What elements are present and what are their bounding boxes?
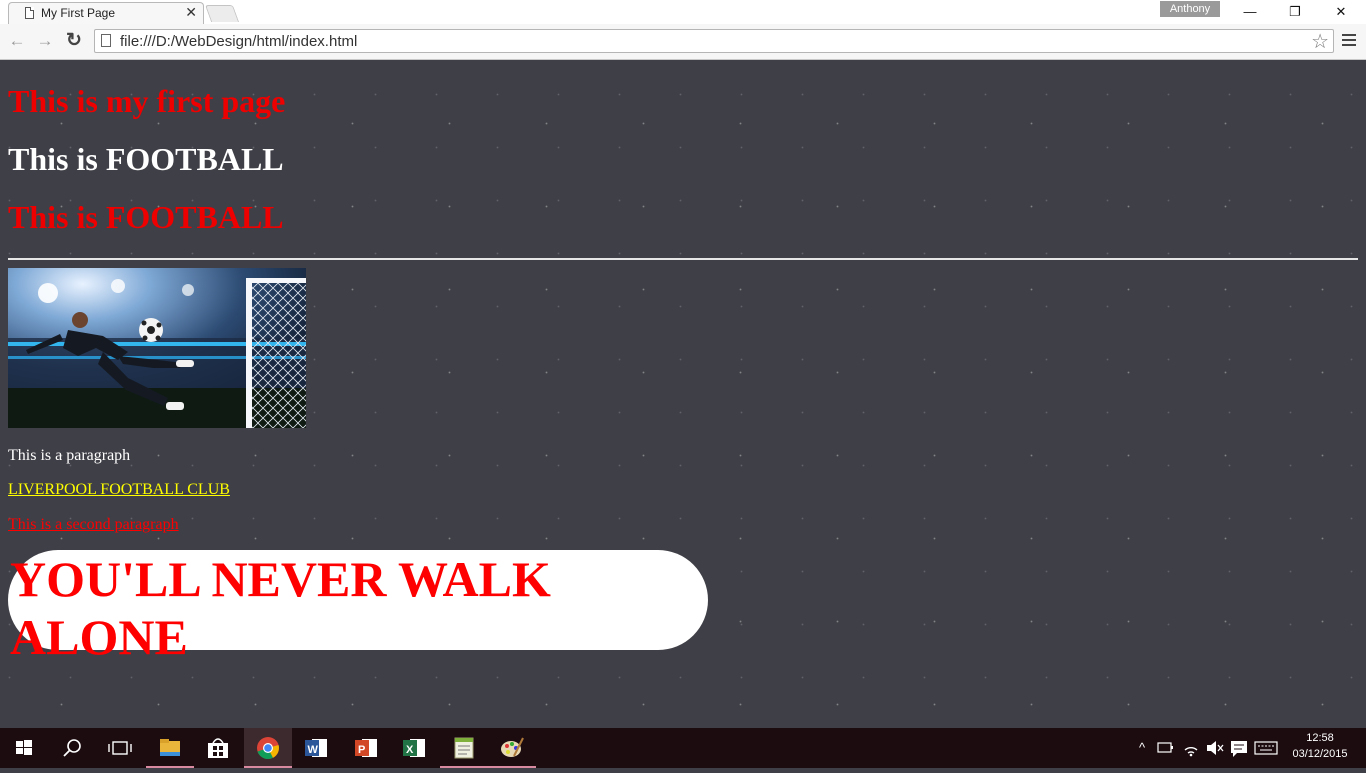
file-icon	[101, 34, 111, 47]
taskbar: W P X ^ 12:58 03/12/2015	[0, 728, 1366, 768]
football-photo	[8, 268, 306, 428]
keyboard-icon[interactable]	[1252, 728, 1280, 768]
liverpool-link[interactable]: LIVERPOOL FOOTBALL CLUB	[8, 481, 230, 499]
svg-text:W: W	[308, 744, 319, 756]
paragraph-second: This is a second paragraph	[8, 516, 179, 533]
task-view-icon[interactable]	[96, 728, 144, 768]
address-bar[interactable]: file:///D:/WebDesign/html/index.html ☆	[94, 29, 1334, 53]
page-icon	[25, 7, 34, 19]
clock-time[interactable]: 12:58	[1290, 732, 1350, 744]
excel-icon[interactable]: X	[390, 728, 438, 768]
notifications-icon[interactable]	[1228, 728, 1250, 768]
powerpoint-icon[interactable]: P	[342, 728, 390, 768]
volume-muted-icon[interactable]	[1204, 728, 1226, 768]
bookmark-star-icon[interactable]: ☆	[1311, 29, 1329, 54]
publisher-icon[interactable]	[440, 728, 488, 768]
store-icon[interactable]	[194, 728, 242, 768]
url-text[interactable]: file:///D:/WebDesign/html/index.html	[120, 33, 357, 50]
svg-text:X: X	[406, 744, 414, 756]
start-icon[interactable]	[0, 728, 48, 768]
close-window-button[interactable]: ✕	[1318, 0, 1364, 24]
paragraph-first: This is a paragraph	[8, 447, 131, 464]
back-button[interactable]: ←	[7, 31, 27, 51]
battery-icon[interactable]	[1154, 728, 1176, 768]
banner-heading: YOU'LL NEVER WALK ALONE	[10, 551, 551, 665]
horizontal-rule	[8, 258, 1358, 260]
reload-button[interactable]: ↻	[64, 31, 84, 51]
tab-close-icon[interactable]: ✕	[185, 4, 197, 21]
browser-titlebar: My First Page ✕ Anthony — ❐ ✕	[0, 0, 1366, 24]
paint-icon[interactable]	[488, 728, 536, 768]
forward-button[interactable]: →	[35, 31, 55, 51]
new-tab-button[interactable]	[204, 5, 240, 22]
search-icon[interactable]	[48, 728, 96, 768]
tab-title: My First Page	[41, 6, 116, 20]
word-icon[interactable]: W	[292, 728, 340, 768]
heading-first-page: This is my first page	[8, 83, 286, 119]
heading-football-red: This is FOOTBALL	[8, 199, 284, 235]
chrome-icon[interactable]	[244, 728, 292, 768]
file-explorer-icon[interactable]	[146, 728, 194, 768]
clock-date[interactable]: 03/12/2015	[1290, 748, 1350, 760]
profile-badge[interactable]: Anthony	[1160, 1, 1220, 17]
wifi-icon[interactable]	[1180, 728, 1202, 768]
restore-button[interactable]: ❐	[1272, 0, 1318, 24]
browser-tab[interactable]: My First Page ✕	[8, 2, 204, 24]
menu-icon[interactable]	[1342, 34, 1356, 49]
browser-toolbar: ← → ↻ file:///D:/WebDesign/html/index.ht…	[0, 24, 1366, 60]
heading-football-white: This is FOOTBALL	[8, 141, 284, 177]
minimize-button[interactable]: —	[1227, 0, 1273, 24]
page-viewport: This is my first page This is FOOTBALL T…	[0, 61, 1366, 728]
svg-text:P: P	[358, 744, 365, 756]
tray-chevron-icon[interactable]: ^	[1135, 740, 1149, 755]
